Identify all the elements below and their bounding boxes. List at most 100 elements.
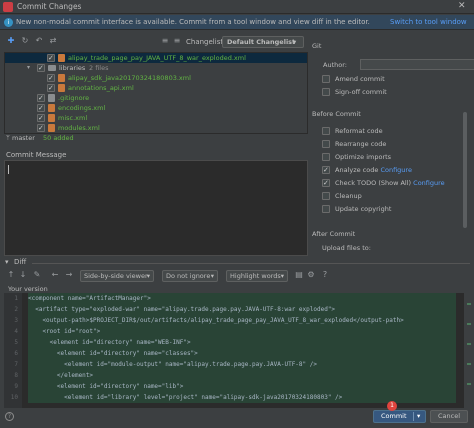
- checkbox[interactable]: [37, 63, 45, 73]
- changelist-select[interactable]: Default Changelist ▾: [222, 36, 304, 48]
- checkbox[interactable]: [322, 140, 330, 148]
- arrow-left-icon[interactable]: ←: [50, 270, 60, 280]
- checkbox[interactable]: [37, 113, 45, 123]
- change-marker: [467, 343, 471, 345]
- branch-icon: ᛘ: [6, 134, 10, 142]
- xml-file-icon: [58, 74, 65, 82]
- upload-files-label: Upload files to:: [322, 244, 371, 252]
- chevron-down-icon[interactable]: ▾: [417, 411, 420, 422]
- collapse-icon[interactable]: ▤: [294, 270, 304, 280]
- tree-row[interactable]: alipay_sdk_java20170324180803.xml: [5, 73, 307, 83]
- checkbox[interactable]: [37, 123, 45, 133]
- code-line: <element id="directory" name="WEB-INF">: [28, 337, 456, 348]
- checkbox[interactable]: [322, 165, 330, 175]
- highlight-value: Highlight words: [230, 272, 281, 280]
- help-button[interactable]: ?: [5, 412, 14, 421]
- checkbox[interactable]: [322, 192, 330, 200]
- code-line: <root id="root">: [28, 326, 456, 337]
- checkbox[interactable]: [47, 73, 55, 83]
- file-name: alipay_sdk_java20170324180803.xml: [68, 74, 191, 82]
- chevron-down-icon: ▾: [146, 272, 150, 280]
- viewer-select[interactable]: Side-by-side viewer ▾: [80, 270, 154, 282]
- optimize-label: Optimize imports: [335, 153, 392, 161]
- close-icon[interactable]: ✕: [458, 1, 466, 11]
- xml-file-icon: [48, 104, 55, 112]
- author-input[interactable]: [360, 59, 474, 70]
- diff-header[interactable]: ▾ Diff: [0, 258, 474, 268]
- line-number: 2: [14, 306, 18, 313]
- status-line: ᛘ master 50 added: [6, 134, 74, 142]
- before-commit-section-title: Before Commit: [312, 110, 361, 118]
- folder-icon: [48, 65, 56, 71]
- checkbox[interactable]: [322, 75, 330, 83]
- chevron-down-icon: ▾: [280, 272, 284, 280]
- checkbox[interactable]: [47, 53, 55, 63]
- chevron-down-icon[interactable]: ▾: [5, 258, 9, 266]
- checkbox[interactable]: [322, 178, 330, 188]
- code-line: <output-path>$PROJECT_DIR$/out/artifacts…: [28, 315, 456, 326]
- analyze-configure-link[interactable]: Configure: [380, 166, 412, 174]
- ignore-select[interactable]: Do not ignore ▾: [162, 270, 218, 282]
- rollback-icon[interactable]: ↶: [34, 36, 44, 46]
- changelist-label: Changelist:: [186, 38, 226, 46]
- options-scrollbar[interactable]: [463, 112, 467, 228]
- diff-toolbar: ↑ ↓ ✎ ← → Side-by-side viewer ▾ Do not ig…: [0, 270, 474, 284]
- show-diff-icon[interactable]: ⇄: [48, 36, 58, 46]
- tree-row[interactable]: encodings.xml: [5, 103, 307, 113]
- cancel-button[interactable]: Cancel: [430, 410, 468, 423]
- tree-row[interactable]: alipay_trade_page_pay_JAVA_UTF_8_war_exp…: [5, 53, 307, 63]
- chevron-down-icon[interactable]: ▾: [27, 63, 30, 73]
- checkbox[interactable]: [322, 127, 330, 135]
- gear-icon[interactable]: ⚙: [306, 270, 316, 280]
- divider: [32, 263, 470, 264]
- expand-all-icon[interactable]: ≡: [160, 36, 170, 46]
- divider: [413, 412, 414, 421]
- signoff-label: Sign-off commit: [335, 88, 387, 96]
- arrow-right-icon[interactable]: →: [64, 270, 74, 280]
- tree-row[interactable]: ▾ libraries 2 files: [5, 63, 307, 73]
- code-line: </element>: [28, 370, 456, 381]
- commit-message-input[interactable]: [4, 160, 308, 256]
- ignore-value: Do not ignore: [166, 272, 211, 280]
- your-version-label: Your version: [8, 285, 48, 293]
- switch-to-tool-window-link[interactable]: Switch to tool window: [390, 18, 467, 26]
- reformat-label: Reformat code: [335, 127, 383, 135]
- checkbox[interactable]: [322, 205, 330, 213]
- gitignore-file-icon: [48, 94, 55, 102]
- arrow-up-icon[interactable]: ↑: [6, 270, 16, 280]
- todo-label: Check TODO (Show All) Configure: [335, 178, 445, 188]
- tree-row[interactable]: .gitignore: [5, 93, 307, 103]
- edit-icon[interactable]: ✎: [32, 270, 42, 280]
- line-number: 1: [14, 295, 18, 302]
- line-number: 6: [14, 350, 18, 357]
- help-icon[interactable]: ?: [320, 270, 330, 280]
- line-number: 5: [14, 339, 18, 346]
- checkbox[interactable]: [322, 153, 330, 161]
- diff-editor[interactable]: 1 2 3 4 5 6 7 8 9 10 <component name="Ar…: [4, 293, 464, 408]
- tree-row[interactable]: annotations_api.xml: [5, 83, 307, 93]
- arrow-down-icon[interactable]: ↓: [18, 270, 28, 280]
- refresh-icon[interactable]: ↻: [20, 36, 30, 46]
- editor-scrollbar[interactable]: [466, 293, 472, 408]
- diff-label: Diff: [14, 258, 27, 266]
- checkbox[interactable]: [37, 93, 45, 103]
- highlight-select[interactable]: Highlight words ▾: [226, 270, 288, 282]
- checkbox[interactable]: [37, 103, 45, 113]
- xml-file-icon: [48, 124, 55, 132]
- todo-configure-link[interactable]: Configure: [413, 179, 445, 187]
- tree-row[interactable]: modules.xml: [5, 123, 307, 133]
- collapse-all-icon[interactable]: ≡: [172, 36, 182, 46]
- change-marker: [467, 383, 471, 385]
- rearrange-label: Rearrange code: [335, 140, 387, 148]
- checkbox[interactable]: [322, 88, 330, 96]
- checkbox[interactable]: [47, 83, 55, 93]
- change-marker: [467, 323, 471, 325]
- xml-file-icon: [58, 84, 65, 92]
- app-logo-icon: [3, 2, 13, 12]
- commit-button[interactable]: Commit ▾: [373, 410, 426, 423]
- notification-banner: i New non-modal commit interface is avai…: [0, 15, 474, 30]
- chevron-down-icon: ▾: [293, 38, 297, 46]
- tree-row[interactable]: misc.xml: [5, 113, 307, 123]
- chevron-down-icon: ▾: [210, 272, 214, 280]
- pin-icon[interactable]: ✚: [6, 36, 16, 46]
